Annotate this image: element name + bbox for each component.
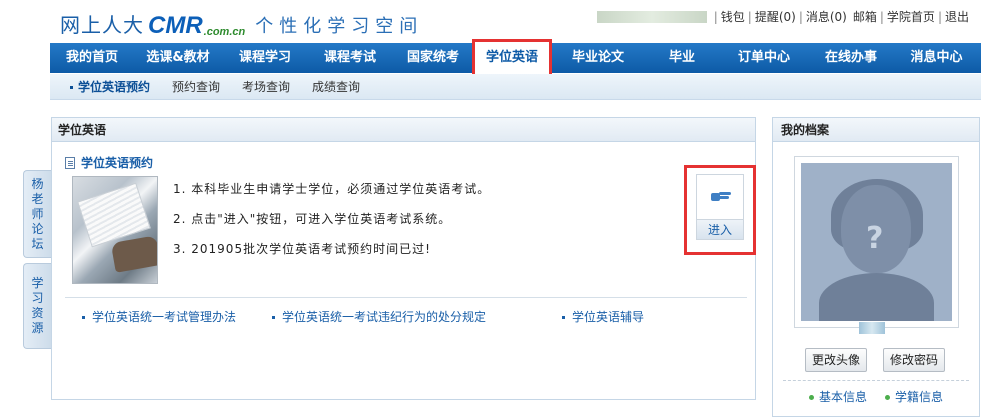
bullet-icon (562, 316, 565, 319)
logo-cn-text: 网上人大 (60, 13, 144, 37)
instruction-line-2: 2. 点击"进入"按钮，可进入学位英语考试系统。 (173, 212, 452, 226)
side-tab-resources-label: 学习资源 (31, 276, 44, 335)
change-avatar-button[interactable]: 更改头像 (805, 348, 868, 372)
link-tutoring[interactable]: 学位英语辅导 (562, 308, 644, 325)
reminders-link[interactable]: 提醒(0) (755, 8, 796, 25)
logout-link[interactable]: 退出 (945, 8, 969, 25)
link-discipline-rules[interactable]: 学位英语统一考试违纪行为的处分规定 (272, 308, 486, 325)
top-links: | 钱包 | 提醒(0) | 消息(0) 邮箱 | 学院首页 | 退出 (596, 8, 969, 25)
bullet-icon (70, 86, 73, 89)
nav-item-thesis[interactable]: 毕业论文 (550, 43, 646, 73)
messages-link[interactable]: 消息(0) (806, 8, 847, 25)
enter-button-label: 进入 (697, 219, 743, 239)
subnav-item-booking-query[interactable]: 预约查询 (172, 78, 220, 95)
site-logo[interactable]: 网上人大 CMR .com.cn 个性化学习空间 (60, 8, 423, 38)
nav-item-degree-english[interactable]: 学位英语 (472, 39, 552, 77)
nav-item-graduation[interactable]: 毕业 (646, 43, 718, 73)
link-exam-regulations[interactable]: 学位英语统一考试管理办法 (82, 308, 236, 325)
avatar-placeholder-icon: ? (801, 163, 952, 321)
nav-item-course-study[interactable]: 课程学习 (222, 43, 308, 73)
enter-button[interactable]: 进入 (696, 174, 744, 240)
profile-panel: 我的档案 ? 更改头像 修改密码 基本信息 学籍信息 (772, 117, 980, 417)
logo-cmr-text: CMR (148, 12, 203, 39)
nav-item-national-exam[interactable]: 国家统考 (392, 43, 474, 73)
reading-photo (72, 176, 158, 284)
green-dot-icon (885, 395, 890, 400)
main-nav: 我的首页 选课&教材 课程学习 课程考试 国家统考 学位英语 毕业论文 毕业 订… (50, 39, 981, 77)
logo-slogan: 个性化学习空间 (255, 16, 424, 37)
document-icon (65, 156, 75, 169)
mailbox-link[interactable]: 邮箱 (853, 8, 877, 25)
avatar-name-blurred (859, 322, 885, 334)
change-password-button[interactable]: 修改密码 (883, 348, 946, 372)
bullet-icon (272, 316, 275, 319)
nav-item-courses-materials[interactable]: 选课&教材 (134, 43, 222, 73)
instruction-line-1: 1. 本科毕业生申请学士学位，必须通过学位英语考试。 (173, 182, 491, 196)
section-title: 学位英语预约 (65, 154, 153, 171)
sub-nav: 学位英语预约 预约查询 考场查询 成绩查询 (50, 74, 981, 100)
subnav-item-booking[interactable]: 学位英语预约 (70, 78, 150, 95)
side-tab-forum[interactable]: 杨老师论坛 (23, 170, 51, 258)
instructions: 1. 本科毕业生申请学士学位，必须通过学位英语考试。 2. 点击"进入"按钮，可… (173, 180, 490, 270)
student-info-link[interactable]: 学籍信息 (885, 388, 943, 405)
panel-title: 学位英语 (52, 118, 755, 142)
instruction-line-3: 3. 201905批次学位英语考试预约时间已过! (173, 242, 431, 256)
pointing-hand-icon (711, 189, 731, 203)
enter-highlight: 进入 (684, 165, 756, 255)
profile-divider (783, 380, 969, 381)
divider (65, 297, 747, 298)
nav-item-home[interactable]: 我的首页 (50, 43, 134, 73)
side-tab-forum-label: 杨老师论坛 (31, 176, 44, 251)
subnav-item-room-query[interactable]: 考场查询 (242, 78, 290, 95)
wallet-link[interactable]: 钱包 (721, 8, 745, 25)
subnav-item-score-query[interactable]: 成绩查询 (312, 78, 360, 95)
nav-item-message-center[interactable]: 消息中心 (892, 43, 981, 73)
section-title-text: 学位英语预约 (81, 156, 154, 170)
logo-domain-text: .com.cn (203, 26, 246, 38)
green-dot-icon (809, 395, 814, 400)
nav-item-online-services[interactable]: 在线办事 (810, 43, 892, 73)
degree-english-panel: 学位英语 学位英语预约 1. 本科毕业生申请学士学位，必须通过学位英语考试。 2… (51, 117, 756, 400)
bullet-icon (82, 316, 85, 319)
basic-info-link[interactable]: 基本信息 (809, 388, 867, 405)
avatar-frame: ? (794, 156, 959, 328)
side-tab-resources[interactable]: 学习资源 (23, 263, 51, 349)
nav-item-orders[interactable]: 订单中心 (718, 43, 810, 73)
college-home-link[interactable]: 学院首页 (887, 8, 935, 25)
nav-item-course-exam[interactable]: 课程考试 (308, 43, 392, 73)
username-blurred (596, 10, 707, 23)
profile-title: 我的档案 (773, 118, 979, 142)
